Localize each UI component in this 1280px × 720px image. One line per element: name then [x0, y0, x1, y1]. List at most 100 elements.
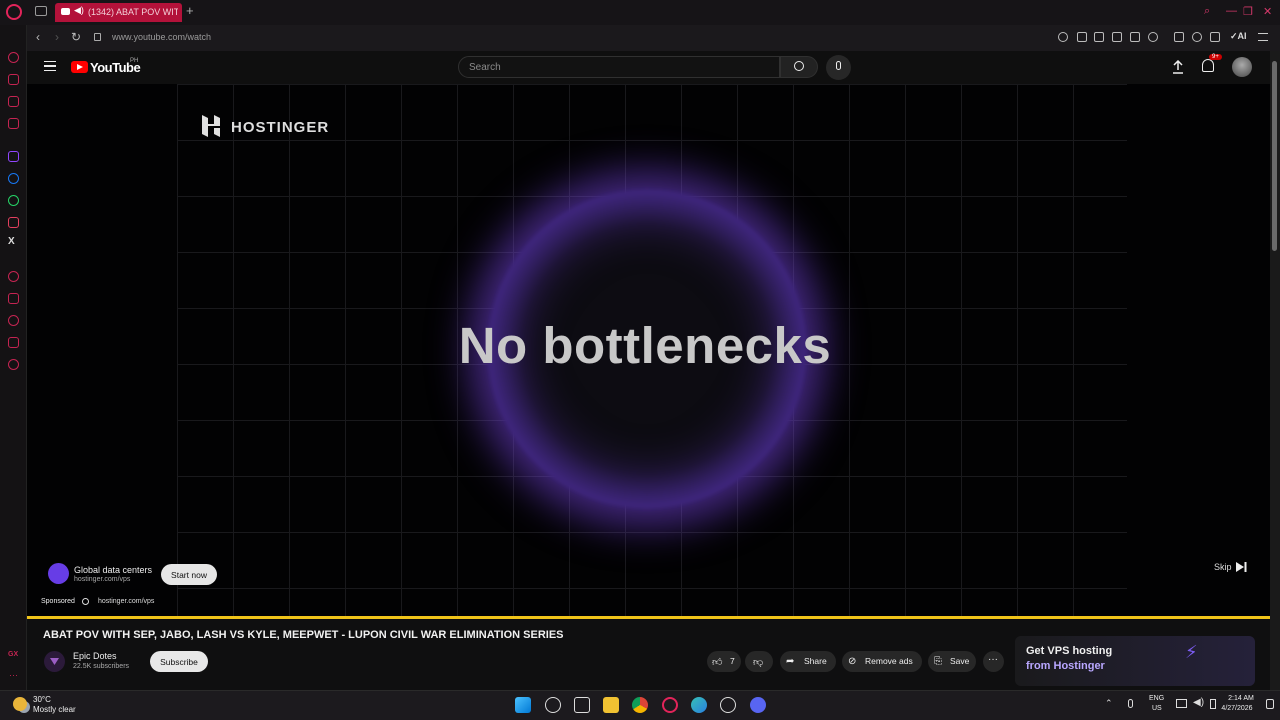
messenger-icon[interactable] — [8, 173, 19, 184]
gx-icon[interactable]: GX — [8, 651, 18, 658]
menu-icon[interactable] — [44, 61, 56, 71]
video-player[interactable]: HOSTINGER No bottlenecks Global data cen… — [27, 84, 1270, 619]
zoom-icon[interactable] — [1058, 32, 1068, 42]
aria-ai-icon[interactable]: ✓AI — [1230, 31, 1247, 42]
search-taskbar-icon[interactable] — [545, 697, 561, 713]
x-twitter-icon[interactable]: X — [8, 236, 15, 247]
history-icon[interactable] — [8, 315, 19, 326]
channel-name[interactable]: Epic Dotes — [73, 651, 117, 661]
crypto-wallet-icon[interactable] — [8, 118, 19, 129]
close-button[interactable]: ✕ — [1263, 5, 1272, 18]
easy-setup-icon[interactable] — [1258, 33, 1268, 41]
scrollbar-thumb[interactable] — [1272, 61, 1277, 251]
adblock-icon[interactable] — [1112, 32, 1122, 42]
notifications-icon[interactable] — [1202, 59, 1214, 72]
pin-icon[interactable] — [1077, 32, 1087, 42]
notification-center-icon[interactable] — [1266, 699, 1274, 709]
player-sidebar-icon[interactable] — [8, 271, 19, 282]
file-explorer-icon[interactable] — [603, 697, 619, 713]
video-title: ABAT POV WITH SEP, JABO, LASH VS KYLE, M… — [43, 629, 564, 641]
start-now-button[interactable]: Start now — [161, 564, 217, 585]
player-icon[interactable] — [1130, 32, 1140, 42]
subscribe-button[interactable]: Subscribe — [150, 651, 208, 672]
youtube-logo-icon[interactable] — [71, 61, 88, 73]
dislike-button[interactable]: 👎︎ — [745, 651, 773, 672]
workspaces-icon[interactable] — [8, 74, 19, 85]
ad-card-title[interactable]: Global data centers — [74, 565, 152, 575]
settings-icon[interactable] — [8, 359, 19, 370]
url-field[interactable]: www.youtube.com/watch — [112, 32, 211, 42]
mic-tray-icon[interactable] — [1128, 699, 1133, 708]
speaker-icon[interactable]: ◀) — [74, 5, 84, 16]
twitch-icon[interactable] — [8, 151, 19, 162]
mail-icon[interactable] — [8, 96, 19, 107]
opera-sidebar: X GX ··· — [0, 25, 27, 690]
region-indicator[interactable]: US — [1152, 705, 1162, 712]
tab-islands-icon[interactable] — [35, 6, 47, 16]
weather-description[interactable]: Mostly clear — [33, 705, 76, 714]
share-icon: ➦ — [786, 656, 795, 667]
profile-icon[interactable] — [1192, 32, 1202, 42]
voice-search-button[interactable] — [826, 55, 851, 80]
tab-search-icon[interactable]: ⌕ — [1204, 5, 1210, 18]
skip-ad-button[interactable]: Skip — [1214, 562, 1232, 572]
subscriber-count: 22.5K subscribers — [73, 663, 130, 670]
download-icon[interactable] — [1210, 32, 1220, 42]
skip-icon[interactable] — [1235, 561, 1247, 573]
extensions-sidebar-icon[interactable] — [8, 337, 19, 348]
ad-card-url[interactable]: hostinger.com/vps — [74, 576, 130, 583]
address-bar: ‹ › ↻ www.youtube.com/watch ✓AI — [27, 25, 1280, 51]
edge-icon[interactable] — [691, 697, 707, 713]
reload-button[interactable]: ↻ — [71, 30, 81, 44]
clock-date[interactable]: 4/27/2026 — [1213, 705, 1261, 712]
like-count: 7 — [730, 656, 735, 666]
new-tab-button[interactable]: + — [186, 3, 194, 18]
search-input[interactable] — [458, 56, 780, 78]
discord-icon[interactable] — [750, 697, 766, 713]
companion-ad-banner[interactable]: Get VPS hosting from Hostinger ⚡︎ — [1015, 636, 1255, 686]
block-icon: ⊘ — [848, 656, 857, 667]
search-button[interactable] — [780, 56, 818, 78]
forward-button[interactable]: › — [55, 30, 59, 44]
settings-taskbar-icon[interactable] — [720, 697, 736, 713]
network-icon[interactable] — [1176, 699, 1187, 708]
info-icon[interactable] — [82, 598, 89, 605]
send-icon[interactable] — [8, 293, 19, 304]
back-button[interactable]: ‹ — [36, 30, 40, 44]
lock-icon — [94, 33, 101, 41]
like-button[interactable]: 👍︎ 7 — [707, 651, 741, 672]
aria-icon[interactable] — [8, 52, 19, 63]
remove-ads-button[interactable]: ⊘ Remove ads — [842, 651, 922, 672]
ad-progress-bar[interactable] — [27, 616, 1270, 619]
restore-button[interactable]: ❐ — [1243, 5, 1253, 18]
ad-headline: No bottlenecks — [458, 317, 832, 374]
more-sidebar-icon[interactable]: ··· — [9, 670, 18, 680]
weather-temperature[interactable]: 30°C — [33, 695, 51, 704]
language-indicator[interactable]: ENG — [1149, 695, 1164, 702]
tab-youtube[interactable]: ◀) (1342) ABAT POV WITH — [55, 3, 182, 22]
advertiser-icon[interactable] — [48, 563, 69, 584]
channel-avatar[interactable] — [44, 651, 65, 672]
chrome-icon[interactable] — [632, 697, 648, 713]
weather-icon[interactable] — [13, 697, 27, 711]
page-scrollbar[interactable] — [1270, 51, 1280, 690]
upload-icon[interactable] — [1172, 60, 1184, 74]
tray-overflow-icon[interactable]: ⌃ — [1105, 698, 1113, 709]
heart-icon[interactable] — [1148, 32, 1158, 42]
more-actions-button[interactable]: ··· — [983, 651, 1004, 672]
account-avatar[interactable] — [1232, 57, 1252, 77]
snapshot-icon[interactable] — [1094, 32, 1104, 42]
whatsapp-icon[interactable] — [8, 195, 19, 206]
start-icon[interactable] — [515, 697, 531, 713]
opera-menu-icon[interactable] — [6, 4, 22, 20]
clock-time[interactable]: 2:14 AM — [1221, 695, 1261, 702]
task-view-icon[interactable] — [574, 697, 590, 713]
opera-gx-icon[interactable] — [662, 697, 678, 713]
extensions-icon[interactable] — [1174, 32, 1184, 42]
sponsored-url[interactable]: hostinger.com/vps — [98, 598, 154, 605]
volume-icon[interactable]: ◀) — [1193, 697, 1204, 708]
share-button[interactable]: ➦ Share — [780, 651, 836, 672]
minimize-button[interactable]: — — [1226, 5, 1237, 17]
save-button[interactable]: ⎘ Save — [928, 651, 976, 672]
instagram-icon[interactable] — [8, 217, 19, 228]
